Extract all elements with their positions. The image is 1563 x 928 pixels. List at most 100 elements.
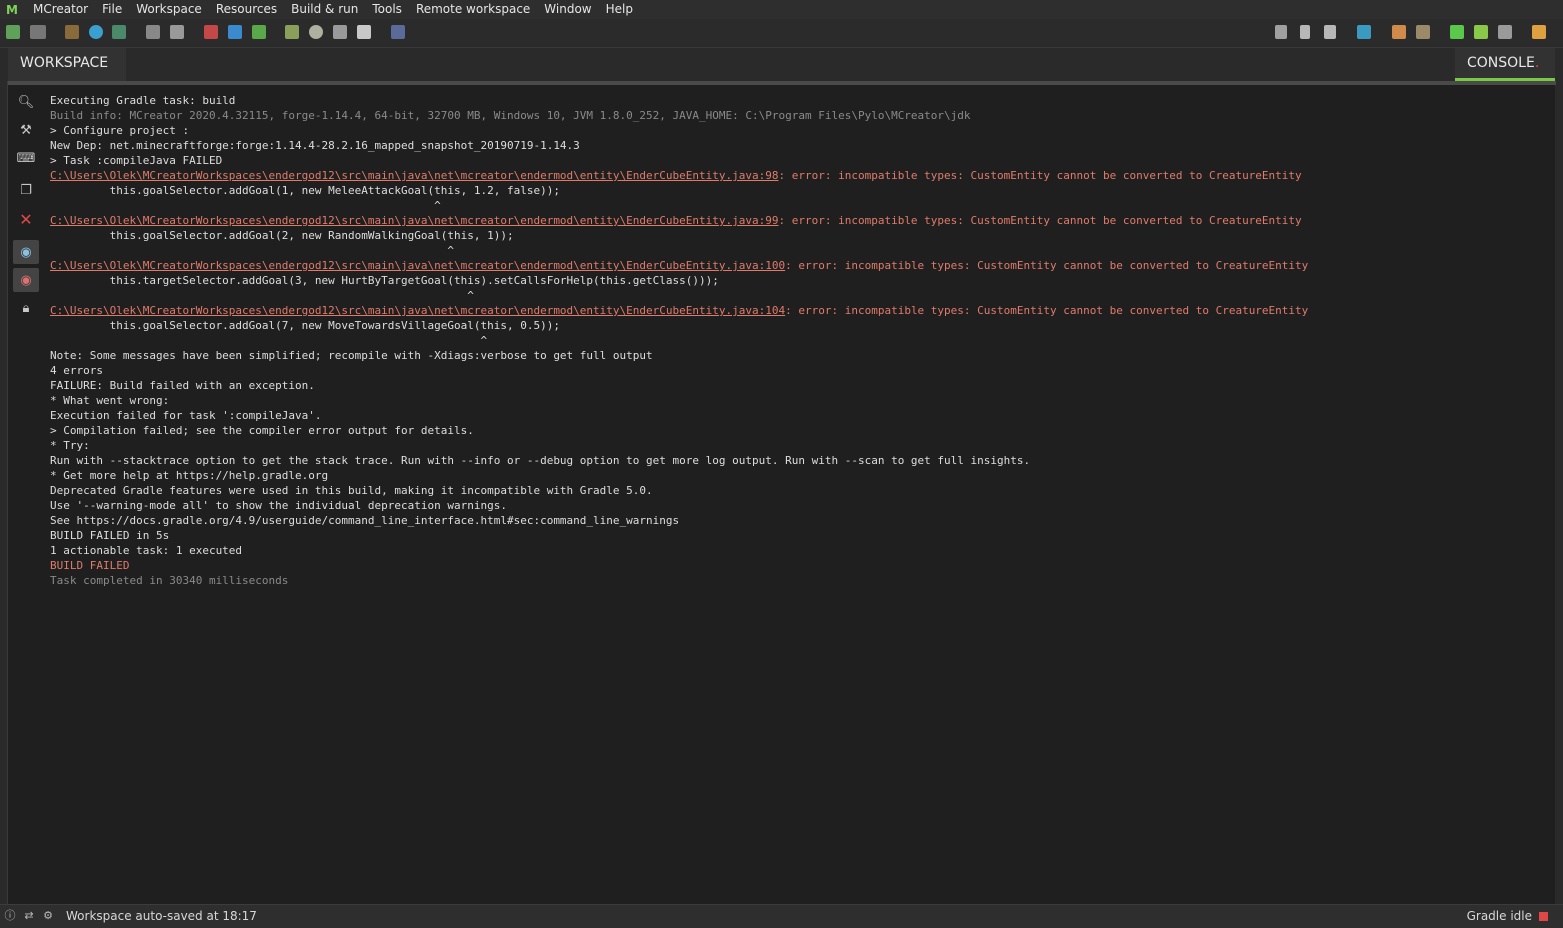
console-line: C:\Users\Olek\MCreatorWorkspaces\endergo… [50,303,1550,318]
sound-icon[interactable] [146,25,160,39]
lock-icon[interactable]: 🔒︎ [13,296,39,320]
animation-icon[interactable] [309,25,323,39]
console-line: Deprecated Gradle features were used in … [50,484,653,497]
error-message: : error: incompatible types: CustomEntit… [778,214,1302,227]
console-line: * What went wrong: [50,394,170,407]
left-edge [0,48,8,904]
error-message: : error: incompatible types: CustomEntit… [785,304,1309,317]
console-line: C:\Users\Olek\MCreatorWorkspaces\endergo… [50,168,1550,183]
console-line: C:\Users\Olek\MCreatorWorkspaces\endergo… [50,213,1550,228]
menu-help[interactable]: Help [599,0,640,19]
console-line: Build info: MCreator 2020.4.32115, forge… [50,109,971,122]
console-line: BUILD FAILED [50,559,130,572]
browser-icon[interactable] [89,25,103,39]
menu-build-run[interactable]: Build & run [284,0,365,19]
search-icon[interactable]: 🔍︎ [13,90,39,114]
console-line: BUILD FAILED in 5s [50,529,170,542]
build-hammer-icon[interactable] [1416,25,1430,39]
show-errors-icon[interactable]: ◉ [13,268,39,292]
console-side-toolbar: 🔍︎ ⚒ ⌨ ❐ ✕ ◉ ◉ 🔒︎ [13,90,39,330]
open-folder-icon[interactable] [1357,25,1371,39]
console-line: 1 actionable task: 1 executed [50,544,243,557]
right-edge [1555,48,1563,904]
console-line: Task completed in 30340 milliseconds [50,574,289,587]
clear-icon[interactable]: ✕ [13,207,39,231]
show-info-icon[interactable]: ◉ [13,240,39,264]
image-maker-icon[interactable] [112,25,126,39]
error-file-link[interactable]: C:\Users\Olek\MCreatorWorkspaces\endergo… [50,304,785,317]
regenerate-code-icon[interactable] [1392,25,1406,39]
console-line: > Compilation failed; see the compiler e… [50,424,474,437]
terminal-icon[interactable]: ⌨ [13,146,39,170]
sync-icon[interactable]: ⇄ [22,909,36,923]
export-icon[interactable] [1532,25,1546,39]
main-toolbar [0,19,1563,48]
run-client-icon[interactable] [1450,25,1464,39]
console-line: FAILURE: Build failed with an exception. [50,379,315,392]
menu-mcreator[interactable]: MCreator [26,0,95,19]
gradle-status: Gradle idle [1466,909,1532,923]
menu-window[interactable]: Window [537,0,598,19]
console-line: ^ [50,199,441,212]
console-line: 4 errors [50,364,103,377]
run-server-icon[interactable] [1474,25,1488,39]
console-line: Run with --stacktrace option to get the … [50,454,1031,467]
console-line: ^ [50,244,454,257]
console-line: Use '--warning-mode all' to show the ind… [50,499,507,512]
info-icon[interactable]: ⓘ [3,909,17,923]
model-icon[interactable] [285,25,299,39]
copy-icon[interactable]: ❐ [13,178,39,202]
procedure-icon[interactable] [333,25,347,39]
mcreator-logo-icon: M [6,2,18,17]
stop-icon[interactable] [1498,25,1512,39]
menu-file[interactable]: File [95,0,129,19]
push-icon[interactable] [1324,25,1336,39]
error-file-link[interactable]: C:\Users\Olek\MCreatorWorkspaces\endergo… [50,214,778,227]
console-line: ^ [50,289,474,302]
tab-console-label: CONSOLE [1467,55,1535,71]
tab-workspace[interactable]: WORKSPACE [8,48,126,81]
texture-blue-icon[interactable] [228,25,242,39]
menu-resources[interactable]: Resources [209,0,284,19]
error-file-link[interactable]: C:\Users\Olek\MCreatorWorkspaces\endergo… [50,169,778,182]
import-icon[interactable] [65,25,79,39]
status-message: Workspace auto-saved at 18:17 [66,909,257,923]
console-line: > Configure project : [50,124,190,137]
error-message: : error: incompatible types: CustomEntit… [785,259,1309,272]
new-element-icon[interactable] [6,25,20,39]
console-line: New Dep: net.minecraftforge:forge:1.14.4… [50,139,580,152]
texture-green-icon[interactable] [252,25,266,39]
hammer-icon[interactable]: ⚒ [13,118,39,142]
tab-underline [8,81,1556,85]
console-output[interactable]: Executing Gradle task: build Build info: … [50,93,1550,893]
console-line: Executing Gradle task: build [50,94,236,107]
menu-workspace[interactable]: Workspace [129,0,209,19]
console-line: this.goalSelector.addGoal(7, new MoveTow… [50,319,560,332]
console-line: ^ [50,334,488,347]
git-branch-icon[interactable] [1275,25,1287,39]
settings-icon[interactable] [391,25,405,39]
console-line: * Get more help at https://help.gradle.o… [50,469,329,482]
texture-red-icon[interactable] [204,25,218,39]
variable-icon[interactable] [357,25,371,39]
console-line: Execution failed for task ':compileJava'… [50,409,322,422]
error-file-link[interactable]: C:\Users\Olek\MCreatorWorkspaces\endergo… [50,259,785,272]
console-line: this.targetSelector.addGoal(3, new HurtB… [50,274,719,287]
structure-icon[interactable] [170,25,184,39]
gradle-status-indicator [1539,912,1548,921]
tab-strip: WORKSPACE CONSOLE. [0,48,1563,81]
menu-tools[interactable]: Tools [365,0,409,19]
pull-icon[interactable] [1300,25,1310,39]
console-line: * Try: [50,439,90,452]
console-activity-marker: . [1534,55,1540,71]
status-bar: ⓘ ⇄ ⚙ Workspace auto-saved at 18:17 Grad… [0,904,1563,928]
error-message: : error: incompatible types: CustomEntit… [778,169,1302,182]
menu-remote-workspace[interactable]: Remote workspace [409,0,537,19]
console-line: C:\Users\Olek\MCreatorWorkspaces\endergo… [50,258,1550,273]
tab-console[interactable]: CONSOLE. [1455,48,1555,81]
workspace-view-icon[interactable] [30,25,46,39]
gear-icon[interactable]: ⚙ [41,909,55,923]
console-line: this.goalSelector.addGoal(1, new MeleeAt… [50,184,560,197]
menu-bar: M MCreator File Workspace Resources Buil… [0,0,1563,19]
console-line: this.goalSelector.addGoal(2, new RandomW… [50,229,514,242]
